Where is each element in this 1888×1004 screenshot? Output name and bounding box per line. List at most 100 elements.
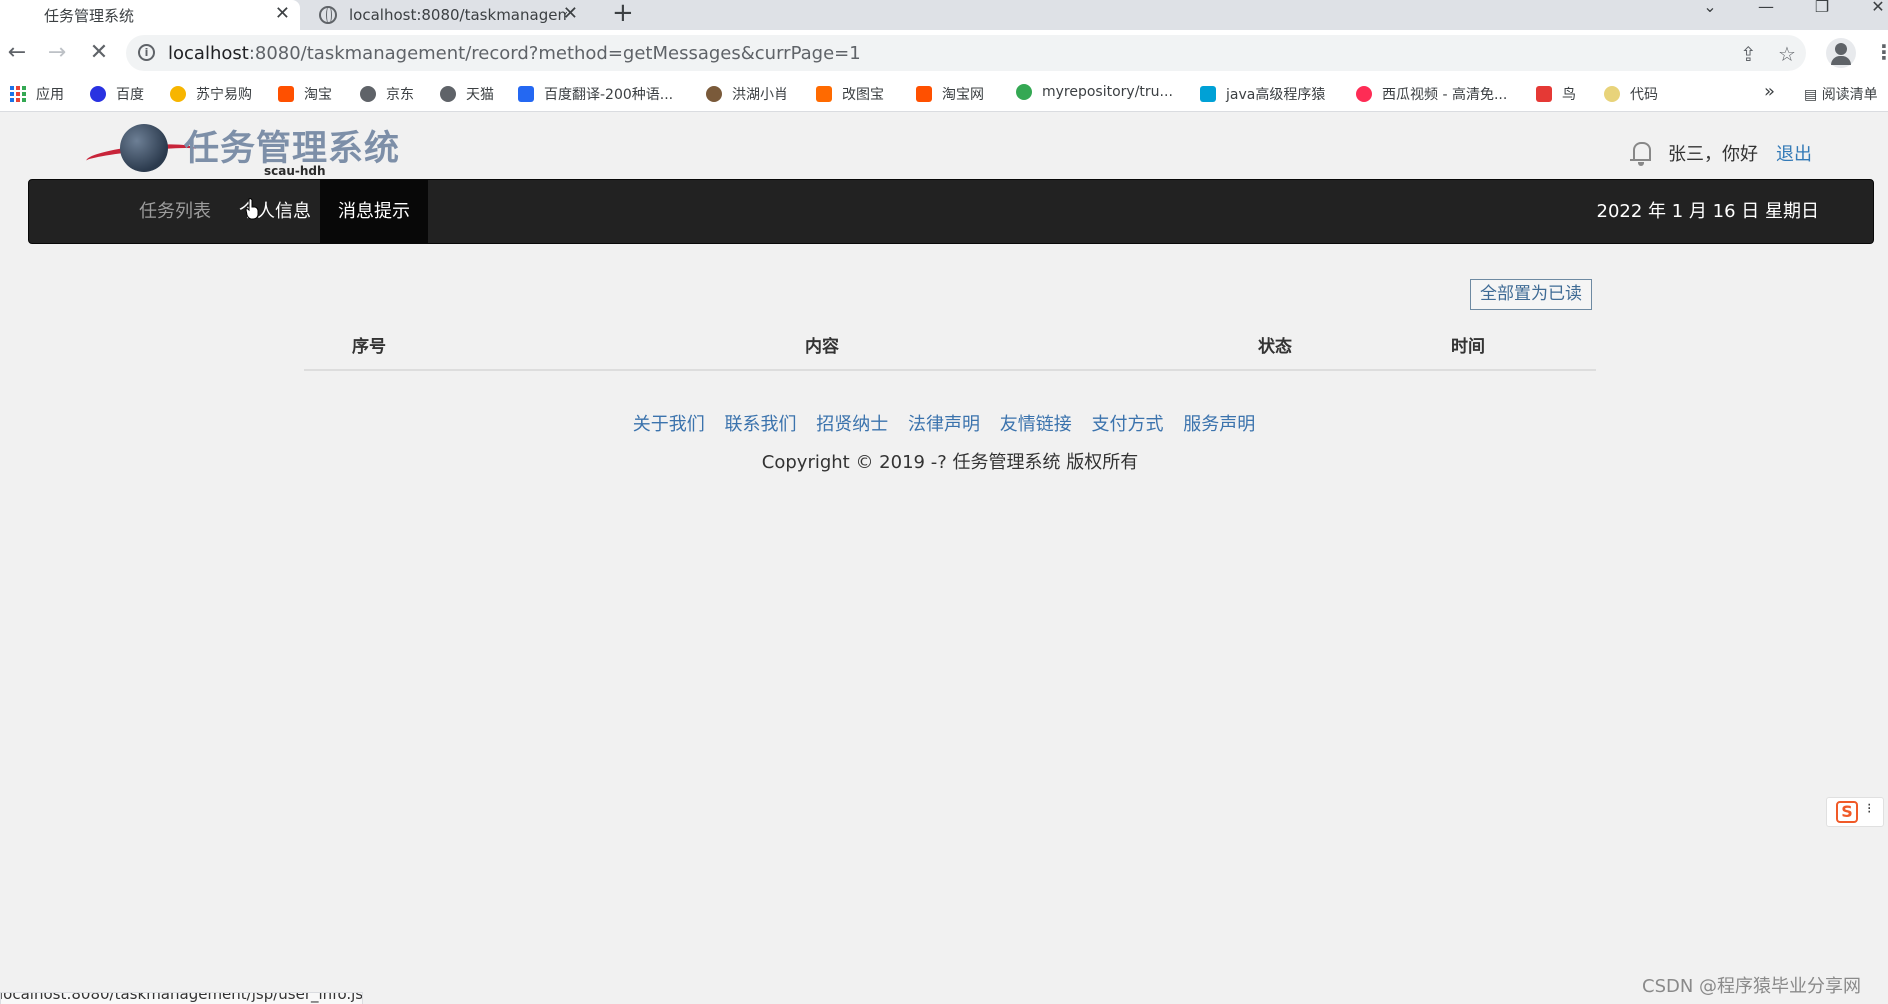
bilibili-icon (1200, 86, 1216, 102)
bookmark-honghu[interactable]: 洪湖小肖 (706, 84, 788, 104)
browser-toolbar: ← → ✕ i localhost:8080/taskmanagement/re… (0, 30, 1888, 75)
mark-all-read-button[interactable]: 全部置为已读 (1470, 279, 1592, 310)
nav-personal-info[interactable]: 个人信息 (221, 180, 329, 243)
close-tab-icon[interactable]: ✕ (275, 4, 290, 24)
globe-icon (360, 86, 376, 102)
footer-link-service[interactable]: 服务声明 (1183, 414, 1255, 435)
browser-tab-strip: 任务管理系统 ✕ localhost:8080/taskmanagement/r… (0, 0, 1888, 30)
bookmark-label: 百度翻译-200种语... (544, 87, 674, 103)
bookmark-apps[interactable]: 应用 (10, 84, 64, 104)
bookmark-taobao[interactable]: 淘宝 (278, 84, 332, 104)
address-bar[interactable]: i localhost:8080/taskmanagement/record?m… (126, 35, 1806, 71)
bookmark-label: 百度 (116, 87, 144, 103)
globe-icon (319, 6, 337, 24)
bookmark-java[interactable]: java高级程序猿 (1200, 84, 1325, 104)
user-area: 张三，你好 退出 (1630, 140, 1812, 166)
ime-toolbar[interactable]: S ⁝ (1826, 797, 1884, 827)
taobao-icon (278, 86, 294, 102)
bookmark-code[interactable]: 代码 (1604, 84, 1658, 104)
bookmark-suning[interactable]: 苏宁易购 (170, 84, 252, 104)
bookmark-gaitubao[interactable]: 改图宝 (816, 84, 884, 104)
url-text[interactable]: localhost:8080/taskmanagement/record?met… (168, 43, 861, 64)
logo-subtitle: scau-hdh (264, 164, 326, 178)
tab-localhost[interactable]: localhost:8080/taskmanagement/record?met… (303, 0, 588, 30)
profile-avatar-icon[interactable] (1826, 38, 1856, 68)
tab-search-icon[interactable]: ⌄ (1682, 0, 1738, 30)
footer-link-legal[interactable]: 法律声明 (908, 414, 980, 435)
bird-icon (706, 86, 722, 102)
logout-link[interactable]: 退出 (1776, 140, 1812, 166)
logo-globe-icon (120, 124, 168, 172)
tab-task-management[interactable]: 任务管理系统 ✕ (0, 0, 300, 30)
bookmark-label: 代码 (1630, 87, 1658, 103)
footer-link-about[interactable]: 关于我们 (633, 414, 705, 435)
close-window-icon[interactable]: ✕ (1850, 0, 1888, 30)
bookmark-label: 苏宁易购 (196, 87, 252, 103)
status-url: localhost:8080/taskmanagement/jsp/user_i… (0, 992, 363, 1003)
ime-menu-icon[interactable]: ⁝ (1867, 801, 1871, 817)
footer-links: 关于我们 联系我们 招贤纳士 法律声明 友情链接 支付方式 服务声明 (0, 410, 1888, 436)
nav-messages[interactable]: 消息提示 (320, 180, 428, 243)
restore-icon[interactable]: ❐ (1794, 0, 1850, 30)
back-arrow-icon[interactable]: ← (2, 38, 32, 68)
more-bookmarks-icon[interactable]: » (1764, 81, 1775, 102)
bookmark-label: 淘宝 (304, 87, 332, 103)
site-info-icon[interactable]: i (138, 44, 155, 61)
site-logo[interactable]: 任务管理系统 scau-hdh (85, 120, 406, 180)
suning-icon (170, 86, 186, 102)
stop-loading-icon[interactable]: ✕ (84, 38, 114, 68)
bookmark-jd[interactable]: 京东 (360, 84, 414, 104)
close-tab-icon[interactable]: ✕ (563, 4, 578, 24)
bookmark-star-icon[interactable]: ☆ (1778, 42, 1796, 66)
column-header-time: 时间 (1340, 320, 1596, 371)
bookmark-baidu-translate[interactable]: 百度翻译-200种语... (518, 84, 673, 104)
mouse-cursor-icon (245, 198, 259, 220)
globe-icon (440, 86, 456, 102)
column-header-content: 内容 (434, 320, 1210, 371)
new-tab-button[interactable]: + (612, 0, 634, 28)
bookmark-baidu[interactable]: 百度 (90, 84, 144, 104)
bookmark-label: 西瓜视频 - 高清免... (1382, 87, 1508, 103)
greeting: 张三，你好 (1668, 144, 1758, 165)
baidu-paw-icon (90, 86, 106, 102)
nav-task-list[interactable]: 任务列表 (121, 180, 229, 243)
footer-link-friends[interactable]: 友情链接 (1000, 414, 1072, 435)
main-navbar: 任务列表 个人信息 消息提示 2022 年 1 月 16 日 星期日 (28, 179, 1874, 244)
browser-menu-icon[interactable]: ⋮ (1874, 40, 1888, 64)
xigua-icon (1356, 86, 1372, 102)
footer-link-careers[interactable]: 招贤纳士 (816, 414, 888, 435)
forward-arrow-icon[interactable]: → (42, 38, 72, 68)
bookmark-label: 鸟 (1562, 87, 1576, 103)
watermark: CSDN @程序猿毕业分享网 (1642, 976, 1862, 997)
taobao-icon (916, 86, 932, 102)
column-header-index: 序号 (304, 320, 434, 371)
minimize-icon[interactable]: — (1738, 0, 1794, 30)
chrome-icon (1016, 84, 1032, 100)
table-header-row: 序号 内容 状态 时间 (304, 320, 1596, 371)
reading-list[interactable]: ▤ 阅读清单 (1804, 84, 1878, 104)
copyright: Copyright © 2019 -? 任务管理系统 版权所有 (761, 452, 1139, 473)
moon-icon (1604, 86, 1620, 102)
bell-icon[interactable] (1630, 140, 1652, 166)
bookmark-label: myrepository/tru... (1042, 84, 1173, 100)
status-bar: localhost:8080/taskmanagement/jsp/user_i… (0, 992, 363, 1004)
footer-link-payment[interactable]: 支付方式 (1091, 414, 1163, 435)
bookmark-taobao-net[interactable]: 淘宝网 (916, 84, 984, 104)
messages-table: 序号 内容 状态 时间 (304, 320, 1596, 371)
url-host: localhost (168, 43, 249, 64)
bookmark-tmall[interactable]: 天猫 (440, 84, 494, 104)
footer-link-contact[interactable]: 联系我们 (725, 414, 797, 435)
tab-title: 任务管理系统 (44, 6, 135, 25)
bookmark-xigua[interactable]: 西瓜视频 - 高清免... (1356, 84, 1507, 104)
share-icon[interactable]: ⇪ (1740, 42, 1757, 66)
url-path: :8080/taskmanagement/record?method=getMe… (248, 43, 861, 64)
bookmark-bird[interactable]: 鸟 (1536, 84, 1576, 104)
bookmark-myrepository[interactable]: myrepository/tru... (1016, 84, 1173, 100)
sogou-ime-icon: S (1836, 801, 1858, 823)
reading-list-icon: ▤ (1804, 87, 1822, 103)
page-content: 任务管理系统 scau-hdh 张三，你好 退出 任务列表 个人信息 消息提示 … (0, 112, 1888, 1004)
bookmarks-bar: 应用 百度 苏宁易购 淘宝 京东 天猫 百度翻译-200种语... 洪湖小肖 改… (0, 75, 1888, 112)
bookmark-label: java高级程序猿 (1226, 87, 1326, 103)
bookmark-label: 改图宝 (842, 87, 884, 103)
bookmark-label: 京东 (386, 87, 414, 103)
